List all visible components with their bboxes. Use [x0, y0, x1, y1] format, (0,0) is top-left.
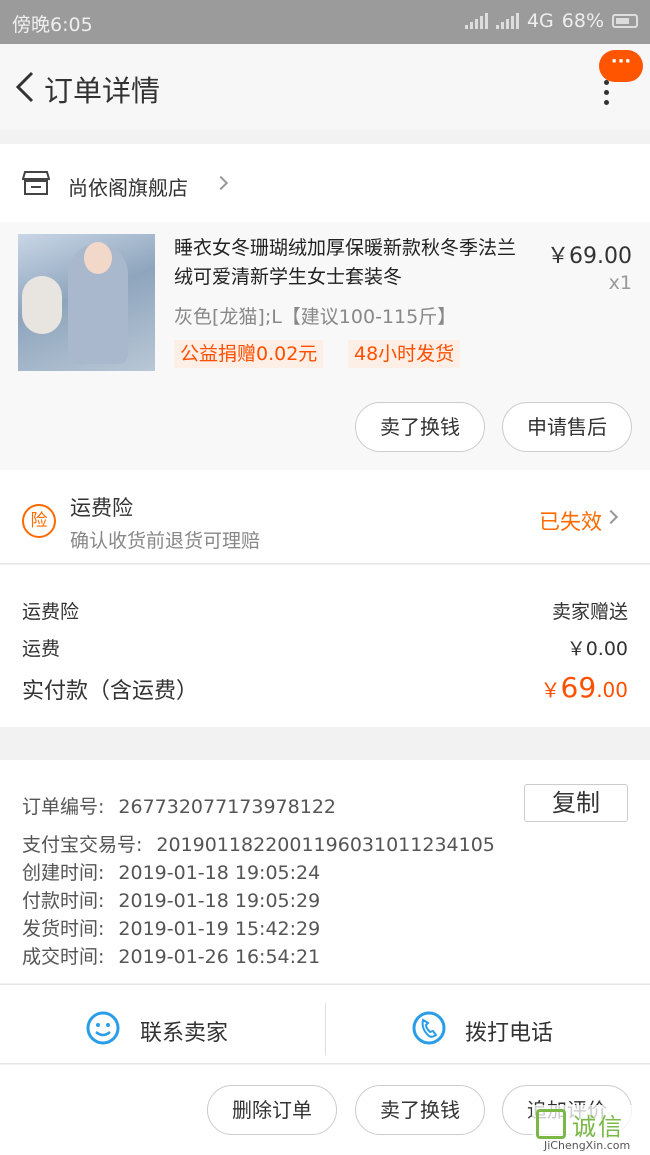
watermark-logo-icon: [536, 1109, 566, 1139]
paid-time-row: 付款时间: 2019-01-18 19:05:29: [22, 886, 320, 913]
status-indicators: 4G 68%: [464, 10, 638, 32]
message-bubble-icon[interactable]: ···: [599, 50, 643, 82]
status-time: 傍晚6:05: [12, 14, 93, 36]
battery-percent: 68%: [561, 10, 604, 32]
total-decimal: .00: [596, 678, 628, 702]
tag-donation: 公益捐赠0.02元: [174, 340, 324, 368]
delete-order-button[interactable]: 删除订单: [207, 1085, 337, 1135]
network-type: 4G: [526, 10, 554, 32]
store-icon: [22, 171, 50, 195]
shop-row[interactable]: 尚依阁旗舰店: [0, 144, 650, 222]
total-amount: ￥69.00: [541, 671, 628, 704]
page-title: 订单详情: [44, 74, 161, 108]
chevron-right-icon: [213, 175, 229, 191]
after-sales-button[interactable]: 申请售后: [502, 402, 632, 452]
info-label: 发货时间:: [22, 918, 105, 940]
total-label: 实付款（含运费）: [22, 679, 199, 704]
insurance-subtitle: 确认收货前退货可理赔: [70, 530, 261, 552]
more-menu-icon[interactable]: [598, 80, 614, 110]
contact-seller-button[interactable]: 联系卖家: [0, 985, 325, 1065]
status-bar: 傍晚6:05 4G 68%: [0, 0, 650, 44]
product-title[interactable]: 睡衣女冬珊瑚绒加厚保暖新款秋冬季法兰绒可爱清新学生女士套装冬: [174, 234, 534, 292]
info-label: 订单编号:: [22, 796, 105, 818]
insurance-icon: 险: [22, 504, 56, 538]
watermark-text: 诚信: [572, 1113, 624, 1141]
fee-label-shipping: 运费: [22, 638, 61, 660]
info-label: 付款时间:: [22, 890, 105, 912]
product-thumbnail[interactable]: [18, 234, 155, 371]
order-info: 订单编号: 267732077173978122 支付宝交易号: 201901182…: [0, 760, 650, 983]
fee-value-insurance: 卖家赠送: [551, 601, 628, 623]
watermark: 诚信 JiChengXin.com: [532, 1105, 650, 1155]
phone-icon: [412, 1011, 446, 1045]
sell-for-cash-button[interactable]: 卖了换钱: [355, 402, 485, 452]
signal-icon-2: [495, 13, 519, 29]
alipay-trade-value: 2019011822001196031011234105: [156, 834, 495, 856]
info-label: 支付宝交易号:: [22, 834, 143, 856]
contact-seller-label: 联系卖家: [140, 1021, 229, 1046]
info-label: 成交时间:: [22, 946, 105, 968]
product-quantity: x1: [608, 272, 632, 294]
tag-shipping: 48小时发货: [348, 340, 461, 368]
info-label: 创建时间:: [22, 862, 105, 884]
call-phone-label: 拨打电话: [465, 1021, 554, 1046]
completed-time-row: 成交时间: 2019-01-26 16:54:21: [22, 942, 320, 969]
shop-name: 尚依阁旗舰店: [68, 176, 188, 200]
chevron-right-icon: [603, 509, 619, 525]
copy-order-number-button[interactable]: 复制: [524, 784, 628, 822]
insurance-title: 运费险: [70, 496, 133, 520]
completed-time-value: 2019-01-26 16:54:21: [118, 946, 321, 968]
contact-bar: 联系卖家 拨打电话: [0, 984, 650, 1064]
created-time-value: 2019-01-18 19:05:24: [118, 862, 321, 884]
product-price: ￥69.00: [547, 244, 632, 269]
nav-bar: 订单详情: [0, 44, 650, 130]
fee-label-insurance: 运费险: [22, 601, 80, 623]
fee-value-shipping: ￥0.00: [566, 638, 628, 660]
product-sku: 灰色[龙猫];L【建议100-115斤】: [174, 306, 457, 328]
total-currency: ￥: [540, 678, 561, 702]
created-time-row: 创建时间: 2019-01-18 19:05:24: [22, 858, 320, 885]
signal-icon: [464, 13, 488, 29]
fee-summary: 运费险 卖家赠送 运费 ￥0.00 实付款（含运费） ￥69.00: [0, 565, 650, 727]
sell-for-cash-button-bottom[interactable]: 卖了换钱: [355, 1085, 485, 1135]
insurance-status: 已失效: [539, 510, 602, 534]
order-number-row: 订单编号: 267732077173978122: [22, 792, 336, 819]
chat-smile-icon: [86, 1011, 120, 1045]
call-phone-button[interactable]: 拨打电话: [326, 985, 650, 1065]
order-number-value: 267732077173978122: [118, 796, 336, 818]
shipping-insurance-row[interactable]: 险 运费险 确认收货前退货可理赔 已失效: [0, 470, 650, 564]
shipped-time-value: 2019-01-19 15:42:29: [118, 918, 321, 940]
battery-icon: [612, 14, 638, 28]
shipped-time-row: 发货时间: 2019-01-19 15:42:29: [22, 914, 320, 941]
alipay-trade-row: 支付宝交易号: 2019011822001196031011234105: [22, 830, 495, 857]
total-integer: 69: [560, 671, 597, 704]
order-item[interactable]: 睡衣女冬珊瑚绒加厚保暖新款秋冬季法兰绒可爱清新学生女士套装冬 灰色[龙猫];L【…: [0, 222, 650, 470]
back-arrow-icon[interactable]: [10, 69, 40, 105]
paid-time-value: 2019-01-18 19:05:29: [118, 890, 321, 912]
watermark-url: JiChengXin.com: [544, 1139, 631, 1152]
